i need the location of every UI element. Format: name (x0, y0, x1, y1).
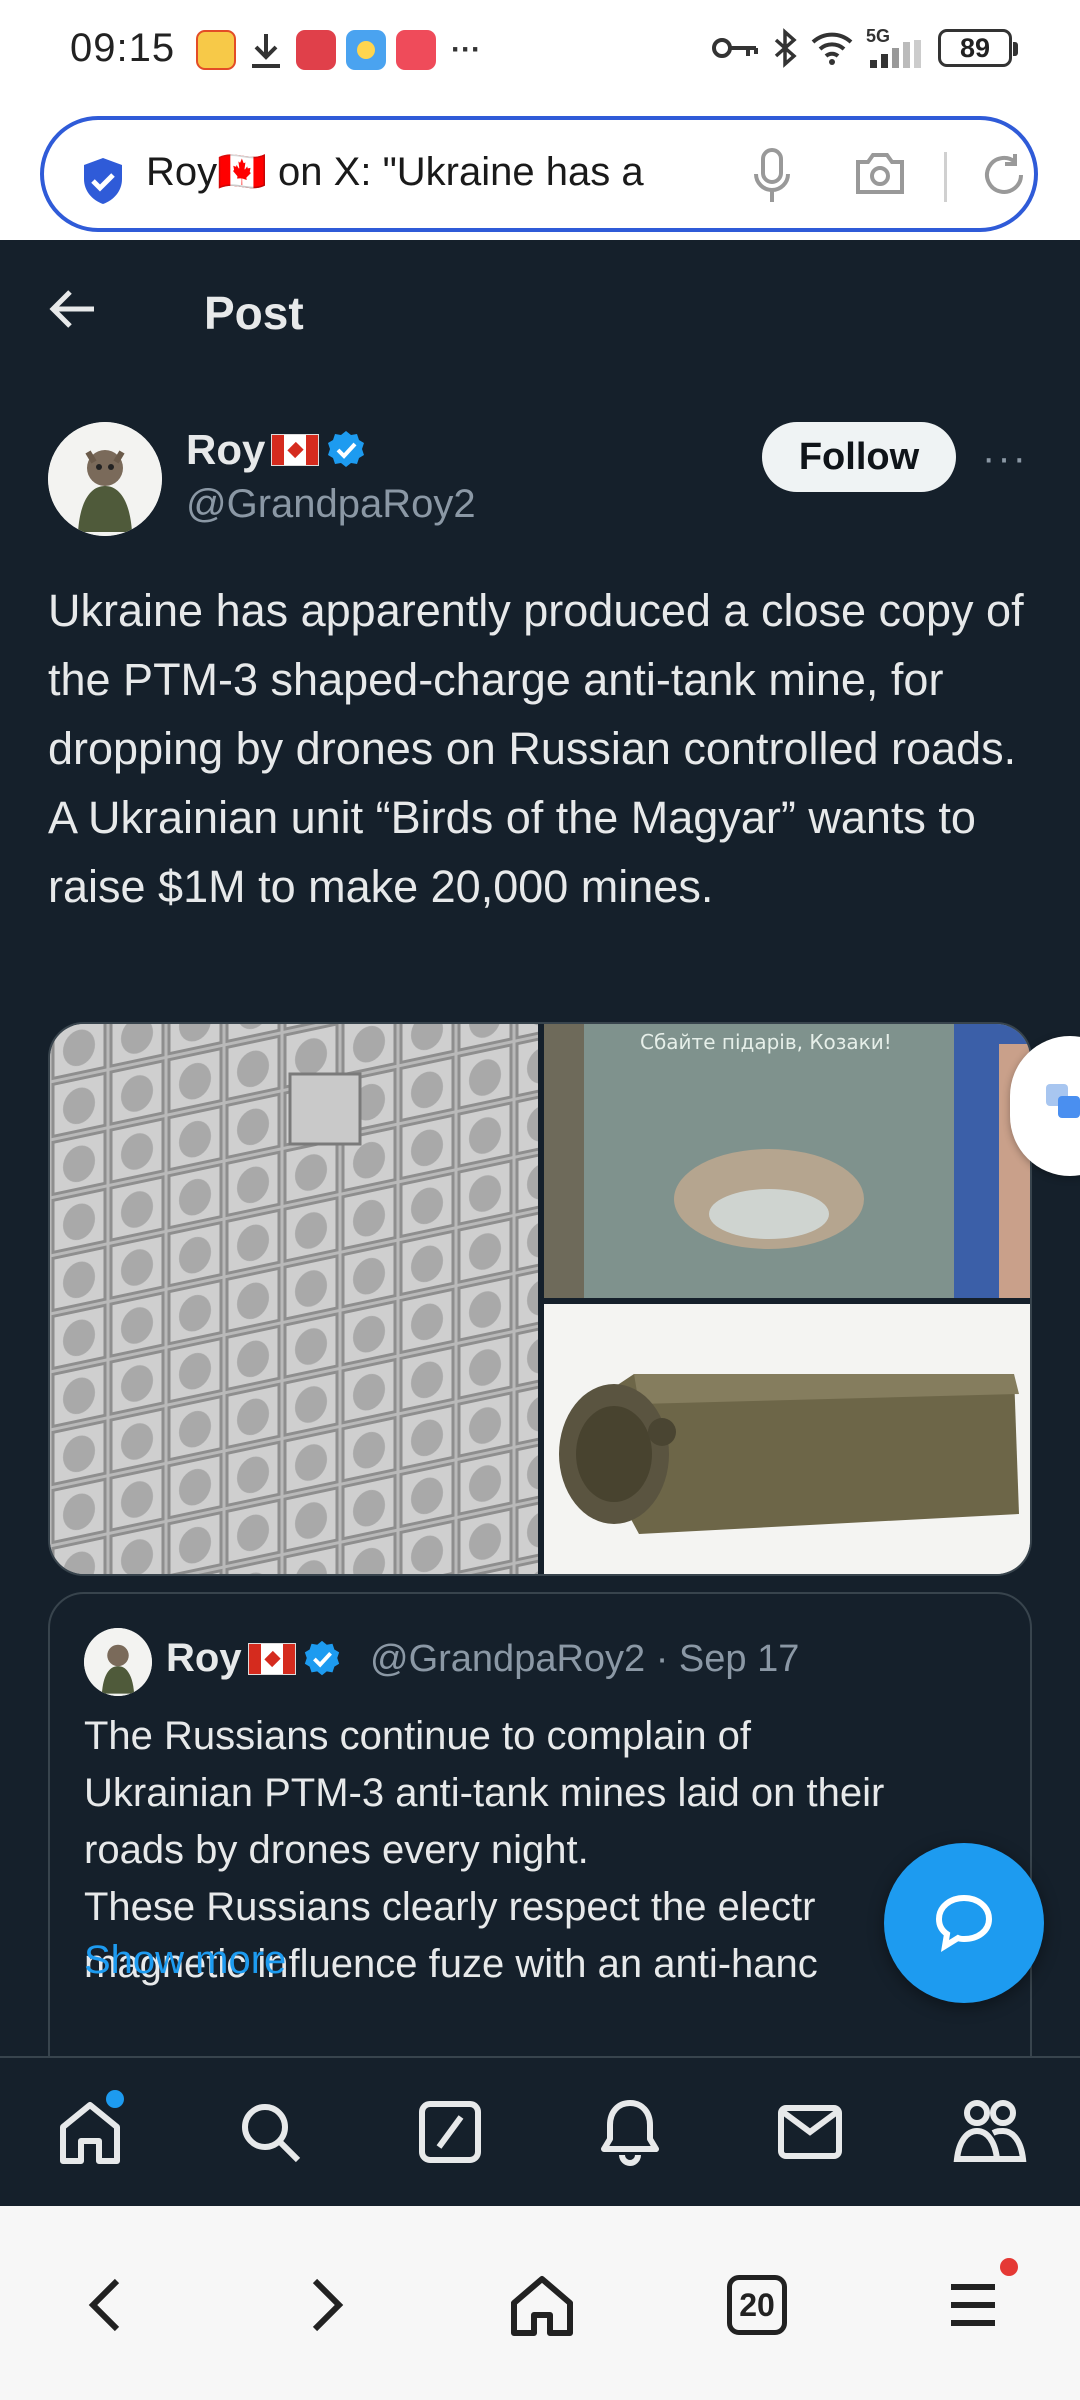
media-image-mine-closeup[interactable]: Сбайте підарів, Козаки! (544, 1024, 1030, 1298)
home-icon (511, 2276, 573, 2336)
status-time: 09:15 (70, 26, 176, 70)
browser-back-button[interactable] (60, 2260, 150, 2350)
browser-menu-button[interactable] (928, 2258, 1018, 2350)
grok-icon (419, 2101, 481, 2163)
media-image-mines-stack[interactable] (50, 1024, 538, 1574)
follow-button[interactable]: Follow (762, 422, 956, 492)
bell-icon (601, 2100, 659, 2166)
browser-tabs-button[interactable]: 20 (712, 2260, 802, 2350)
browser-bottom-nav: 20 (0, 2206, 1080, 2400)
chevron-left-icon (88, 2278, 120, 2332)
canada-flag-icon (271, 434, 320, 466)
post-header: Post (0, 240, 1080, 380)
reply-fab-button[interactable] (884, 1843, 1044, 2003)
menu-icon (951, 2284, 995, 2326)
signal-indicator: 5G (866, 26, 926, 68)
more-options-icon[interactable]: ··· (982, 436, 1028, 481)
quoted-author-name-text: Roy (166, 1636, 242, 1680)
verified-badge-icon (304, 1640, 339, 1675)
menu-notification-dot (1000, 2258, 1018, 2276)
weather-icon (346, 30, 386, 70)
quoted-text-line: Ukrainian PTM-3 anti-tank mines laid on … (84, 1771, 885, 1815)
image-caption-text: Сбайте підарів, Козаки! (640, 1030, 892, 1054)
quoted-author-name: Roy (166, 1636, 342, 1681)
reload-icon[interactable] (979, 150, 1029, 200)
shield-icon (84, 158, 122, 204)
nav-notifications[interactable] (590, 2092, 670, 2172)
key-icon (712, 38, 758, 58)
author-name-text: Roy (186, 426, 266, 473)
quoted-handle-date: @GrandpaRoy2 · Sep 17 (370, 1638, 800, 1680)
address-bar-divider (944, 152, 947, 202)
show-more-link[interactable]: Show more (84, 1938, 286, 1983)
search-icon (242, 2104, 301, 2163)
back-arrow-icon[interactable] (46, 282, 100, 336)
canada-flag-icon (247, 1642, 296, 1675)
browser-toolbar: Roy🇨🇦 on X: "Ukraine has a (0, 100, 1080, 240)
notification-icons: ··· (196, 30, 486, 70)
bluetooth-icon (774, 28, 797, 68)
signal-icon (870, 40, 921, 68)
quoted-text-line: These Russians clearly respect the elect… (84, 1885, 816, 1929)
tweet-text: Ukraine has apparently produced a close … (48, 576, 1038, 921)
verified-badge-icon (328, 431, 365, 467)
nav-communities[interactable] (950, 2092, 1030, 2172)
chevron-right-icon (312, 2278, 344, 2332)
camera-icon[interactable] (854, 150, 906, 196)
wifi-icon (811, 32, 853, 65)
nav-messages[interactable] (770, 2092, 850, 2172)
x-app: Post Roy @GrandpaRoy2 Follow ··· Ukraine… (0, 240, 1080, 2206)
battery-indicator: 89 (938, 29, 1018, 67)
x-bottom-nav (0, 2056, 1080, 2206)
quoted-text-line: The Russians continue to complain of (84, 1714, 752, 1758)
download-icon (246, 30, 286, 70)
translate-icon (1046, 1084, 1080, 1118)
weibo-icon (196, 30, 236, 70)
browser-home-button[interactable] (497, 2260, 587, 2350)
quoted-text-line: roads by drones every night. (84, 1828, 589, 1872)
chat-bubble-icon (935, 1894, 993, 1953)
more-notifications-icon: ··· (451, 33, 481, 66)
quoted-avatar (84, 1628, 152, 1696)
author-handle[interactable]: @GrandpaRoy2 (186, 482, 476, 527)
huawei-icon (296, 30, 336, 70)
nav-home[interactable] (50, 2090, 130, 2172)
tabs-count: 20 (727, 2275, 787, 2335)
avatar[interactable] (48, 422, 162, 536)
nav-grok[interactable] (410, 2092, 490, 2172)
page-title: Post (204, 287, 304, 339)
home-notification-dot (106, 2090, 124, 2108)
microphone-icon[interactable] (752, 146, 792, 206)
status-bar: 09:15 ··· 5G 89 (0, 0, 1080, 100)
author-display-name[interactable]: Roy (186, 426, 367, 474)
system-icons: 5G 89 (710, 26, 1018, 68)
communities-icon (953, 2100, 1027, 2162)
tweet-paragraph: Ukraine has apparently produced a close … (48, 585, 1024, 774)
browser-forward-button[interactable] (282, 2260, 372, 2350)
media-image-ptm3-mine[interactable] (544, 1304, 1030, 1574)
address-text[interactable]: Roy🇨🇦 on X: "Ukraine has a (146, 148, 731, 195)
nav-search[interactable] (230, 2092, 310, 2172)
address-bar[interactable]: Roy🇨🇦 on X: "Ukraine has a (40, 116, 1038, 232)
media-grid: Сбайте підарів, Козаки! (48, 1022, 1032, 1576)
tweet-paragraph: A Ukrainian unit “Birds of the Magyar” w… (48, 792, 976, 912)
game-icon (396, 30, 436, 70)
mail-icon (778, 2105, 842, 2159)
